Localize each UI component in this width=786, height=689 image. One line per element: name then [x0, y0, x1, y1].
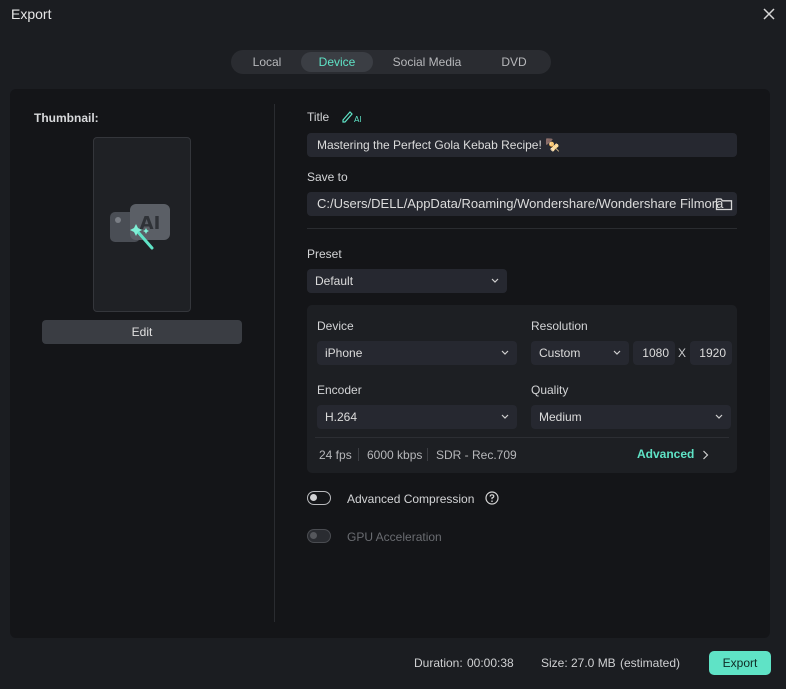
- resolution-select[interactable]: Custom: [531, 341, 629, 365]
- preset-value: Default: [315, 274, 354, 288]
- close-icon[interactable]: [760, 5, 778, 23]
- fps-value: 24 fps: [319, 448, 352, 462]
- save-to-path: C:/Users/DELL/AppData/Roaming/Wondershar…: [317, 196, 724, 211]
- ai-thumbnail-icon: AI: [110, 204, 170, 250]
- quality-label: Quality: [531, 383, 569, 397]
- resolution-label: Resolution: [531, 319, 588, 333]
- thumbnail-label: Thumbnail:: [34, 111, 99, 125]
- chevron-down-icon: [491, 278, 499, 283]
- resolution-separator: X: [678, 346, 687, 360]
- save-to-label: Save to: [307, 170, 348, 184]
- svg-text:AI: AI: [140, 213, 161, 234]
- duration-label: Duration:: [414, 656, 463, 670]
- chevron-down-icon: [501, 350, 509, 355]
- quality-select[interactable]: Medium: [531, 405, 731, 429]
- export-panel: Thumbnail: AI Edit Title AI Mastering th…: [10, 89, 770, 638]
- size-note: (estimated): [620, 656, 681, 670]
- gpu-acceleration-toggle: [307, 529, 331, 543]
- encoder-label: Encoder: [317, 383, 362, 397]
- advanced-settings-link[interactable]: Advanced: [637, 447, 694, 461]
- tab-device[interactable]: Device: [301, 52, 373, 72]
- window-title: Export: [11, 6, 52, 22]
- advanced-compression-toggle[interactable]: [307, 491, 331, 505]
- device-label: Device: [317, 319, 354, 333]
- spec-divider: [358, 448, 359, 461]
- export-tabs: Local Device Social Media DVD: [231, 50, 551, 74]
- save-to-input[interactable]: C:/Users/DELL/AppData/Roaming/Wondershar…: [307, 192, 737, 216]
- resolution-value: Custom: [539, 346, 581, 360]
- resolution-height-input[interactable]: 1920: [690, 341, 732, 365]
- help-icon[interactable]: [485, 491, 499, 505]
- device-select[interactable]: iPhone: [317, 341, 517, 365]
- tab-local[interactable]: Local: [233, 52, 301, 72]
- encoder-select[interactable]: H.264: [317, 405, 517, 429]
- size-value: 27.0 MB: [571, 656, 616, 670]
- duration-value: 00:00:38: [467, 656, 514, 670]
- chevron-down-icon: [715, 414, 723, 419]
- bitrate-value: 6000 kbps: [367, 448, 423, 462]
- encoder-value: H.264: [325, 410, 358, 424]
- device-value: iPhone: [325, 346, 363, 360]
- section-divider: [307, 228, 737, 229]
- quality-value: Medium: [539, 410, 582, 424]
- export-button[interactable]: Export: [709, 651, 771, 675]
- toggle-knob: [310, 494, 317, 501]
- title-label: Title: [307, 110, 330, 124]
- thumbnail-preview[interactable]: AI: [93, 137, 191, 312]
- device-settings: Device iPhone Resolution Custom 1080 X 1…: [307, 305, 737, 473]
- edit-thumbnail-button[interactable]: Edit: [42, 320, 242, 344]
- color-space-value: SDR - Rec.709: [436, 448, 517, 462]
- chevron-down-icon: [501, 414, 509, 419]
- folder-icon[interactable]: [715, 196, 733, 212]
- preset-label: Preset: [307, 247, 342, 261]
- settings-divider: [315, 437, 729, 438]
- spec-divider: [427, 448, 428, 461]
- resolution-width-input[interactable]: 1080: [633, 341, 675, 365]
- preset-select[interactable]: Default: [307, 269, 507, 293]
- svg-text:AI: AI: [354, 115, 361, 123]
- ai-title-icon[interactable]: AI: [341, 109, 361, 123]
- tab-dvd[interactable]: DVD: [481, 52, 547, 72]
- panel-divider: [274, 104, 275, 622]
- chevron-right-icon[interactable]: [702, 450, 709, 460]
- tab-social-media[interactable]: Social Media: [373, 52, 481, 72]
- title-bar: Export: [0, 0, 786, 30]
- advanced-compression-label: Advanced Compression: [347, 492, 475, 506]
- size-label: Size:: [541, 656, 568, 670]
- chevron-down-icon: [613, 350, 621, 355]
- title-input[interactable]: Mastering the Perfect Gola Kebab Recipe!…: [307, 133, 737, 157]
- toggle-knob: [310, 532, 317, 539]
- gpu-acceleration-label: GPU Acceleration: [347, 530, 442, 544]
